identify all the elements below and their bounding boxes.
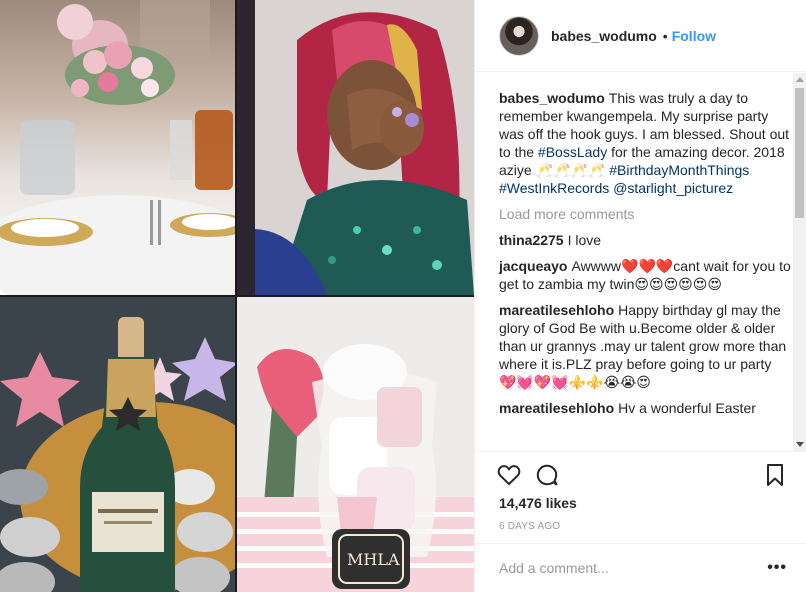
avatar[interactable] xyxy=(499,15,539,56)
list-item: jacqueayo Awwww❤️❤️❤️cant wait for you to… xyxy=(499,257,791,293)
header-username[interactable]: babes_wodumo xyxy=(551,28,657,44)
like-button[interactable] xyxy=(495,461,523,489)
photo-marshmallow-jar: MHLA xyxy=(237,297,474,592)
comment-username[interactable]: jacqueayo xyxy=(499,258,567,274)
bookmark-icon xyxy=(767,464,783,486)
post-image-collage[interactable]: MHLA xyxy=(0,0,474,592)
separator-dot: • xyxy=(662,27,668,44)
post-timestamp[interactable]: 6 DAYS AGO xyxy=(499,521,560,532)
comments-scrollbar[interactable] xyxy=(793,73,806,451)
photo-table-setting xyxy=(0,0,235,295)
hashtag-westinkrecords[interactable]: #WestInkRecords xyxy=(499,180,609,196)
comment-input[interactable] xyxy=(499,560,767,576)
likes-count[interactable]: 14,476 likes xyxy=(499,495,577,511)
heart-icon xyxy=(497,465,521,485)
svg-text:MHLA: MHLA xyxy=(347,550,400,569)
hashtag-bosslady[interactable]: #BossLady xyxy=(538,144,607,160)
add-comment-section: ••• xyxy=(475,543,806,592)
post-side-panel: babes_wodumo • Follow babes_wodumo This w… xyxy=(474,0,806,592)
instagram-post: MHLA babes_wodumo • Follow babes_wodumo T… xyxy=(0,0,806,592)
load-more-comments-button[interactable]: Load more comments xyxy=(499,205,787,223)
save-button[interactable] xyxy=(761,461,789,489)
scroll-up-arrow-icon[interactable] xyxy=(796,77,804,82)
comment-username[interactable]: mareatilesehloho xyxy=(499,400,614,416)
list-item: mareatilesehloho Happy birthday gl may th… xyxy=(499,301,791,391)
post-header: babes_wodumo • Follow xyxy=(475,0,806,72)
action-bar xyxy=(475,451,806,497)
comment-button[interactable] xyxy=(533,461,561,489)
mention-starlight-picturez[interactable]: @starlight_picturez xyxy=(613,180,733,196)
comment-bubble-icon xyxy=(536,464,558,486)
hashtag-birthdaymonththings[interactable]: #BirthdayMonthThings xyxy=(609,162,749,178)
comment-text: I love xyxy=(567,232,602,248)
caption: babes_wodumo This was truly a day to reme… xyxy=(499,89,791,197)
photo-emotional-woman xyxy=(237,0,474,295)
list-item: mareatilesehloho Hv a wonderful Easter xyxy=(499,399,791,417)
comments-list[interactable]: babes_wodumo This was truly a day to reme… xyxy=(475,73,806,451)
caption-username[interactable]: babes_wodumo xyxy=(499,90,605,106)
scrollbar-thumb[interactable] xyxy=(795,88,804,218)
comment-username[interactable]: thina2275 xyxy=(499,232,564,248)
follow-button[interactable]: Follow xyxy=(672,28,716,44)
comment-username[interactable]: mareatilesehloho xyxy=(499,302,614,318)
list-item: thina2275 I love xyxy=(499,231,791,249)
scroll-down-arrow-icon[interactable] xyxy=(796,442,804,447)
photo-champagne-bottle xyxy=(0,297,235,592)
more-options-button[interactable]: ••• xyxy=(767,559,787,577)
comment-text: Hv a wonderful Easter xyxy=(618,400,756,416)
